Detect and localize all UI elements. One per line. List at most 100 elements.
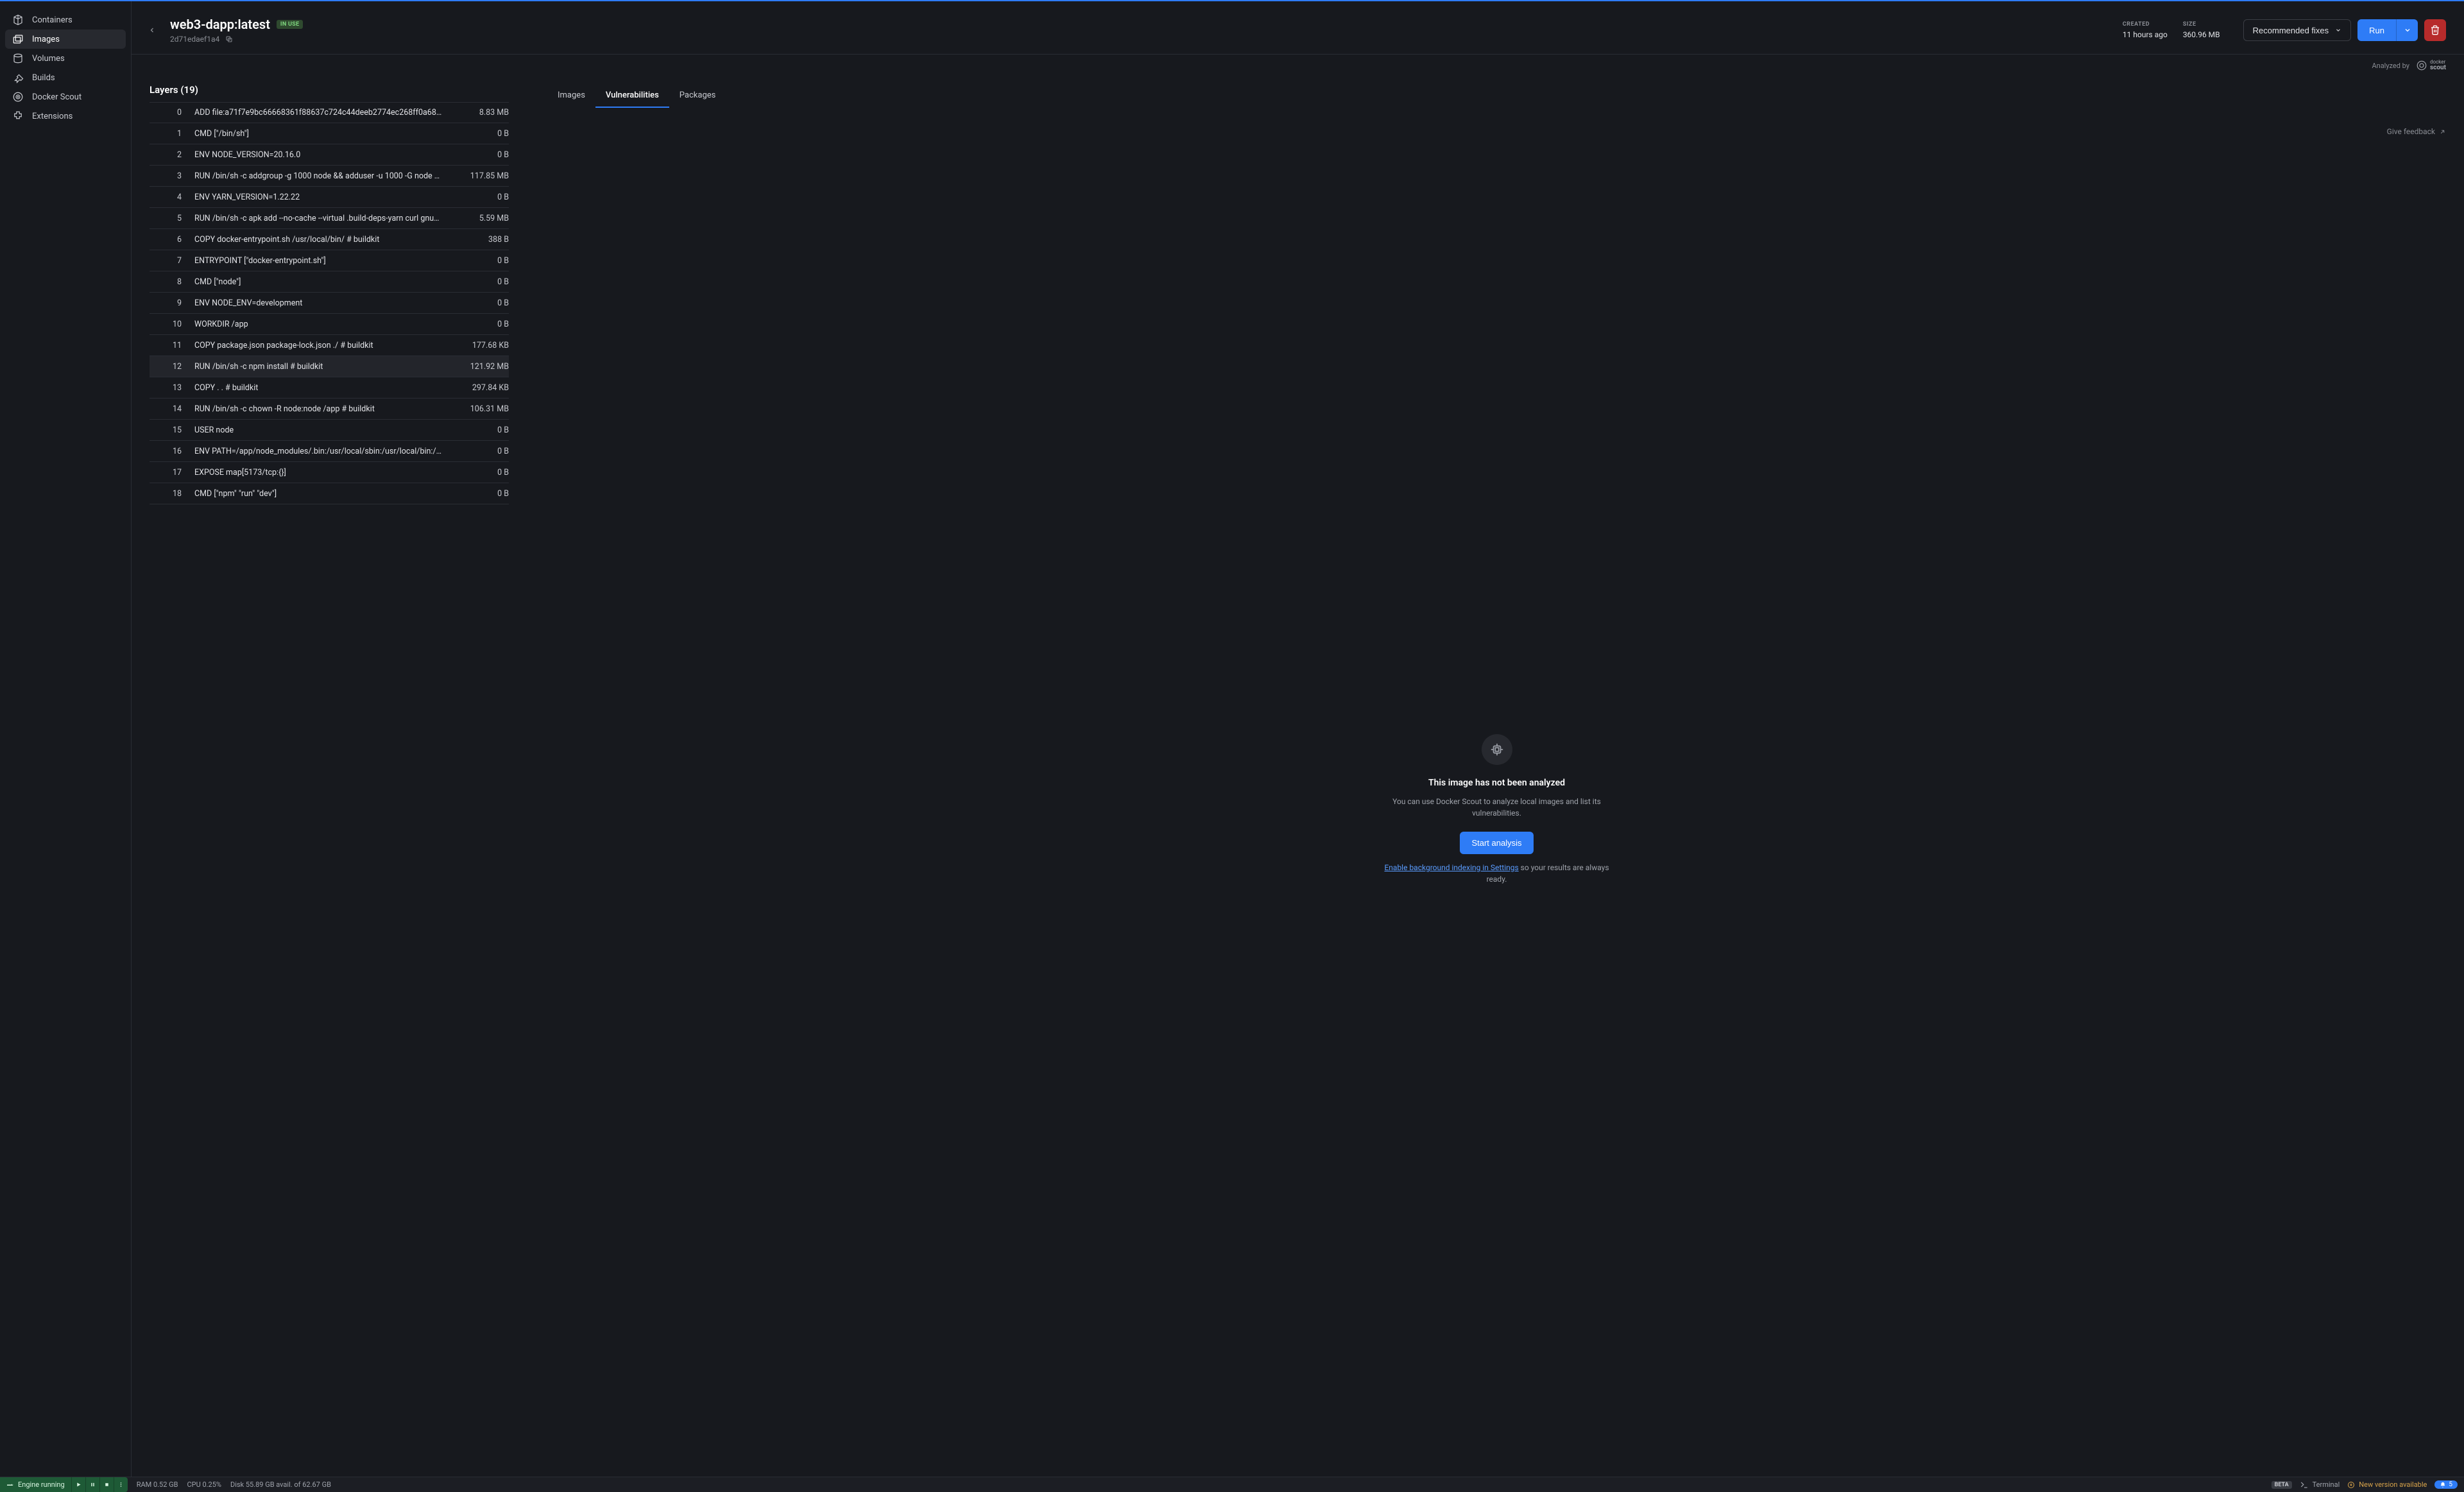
layer-size: 0 B: [451, 320, 509, 329]
layer-row[interactable]: 12RUN /bin/sh -c npm install # buildkit1…: [150, 356, 509, 377]
ram-metric: RAM 0.52 GB: [137, 1480, 178, 1489]
recommended-fixes-button[interactable]: Recommended fixes: [2243, 19, 2352, 41]
engine-stop-button[interactable]: [99, 1477, 114, 1492]
layer-row[interactable]: 7ENTRYPOINT ["docker-entrypoint.sh"]0 B: [150, 250, 509, 271]
layer-index: 1: [150, 129, 194, 139]
layer-size: 0 B: [451, 193, 509, 202]
sidebar-item-images[interactable]: Images: [5, 30, 126, 49]
layers-table[interactable]: 0ADD file:a71f7e9bc66668361f88637c724c44…: [150, 102, 509, 1477]
layer-row[interactable]: 9ENV NODE_ENV=development0 B: [150, 293, 509, 314]
chevron-down-icon: [2335, 27, 2341, 33]
layer-index: 17: [150, 468, 194, 477]
bell-icon: [2440, 1482, 2446, 1488]
layer-row[interactable]: 16ENV PATH=/app/node_modules/.bin:/usr/l…: [150, 441, 509, 462]
engine-pause-button[interactable]: [85, 1477, 99, 1492]
start-analysis-button[interactable]: Start analysis: [1460, 832, 1533, 854]
sidebar-item-volumes[interactable]: Volumes: [5, 49, 126, 68]
container-icon: [12, 13, 24, 26]
tab-vulnerabilities[interactable]: Vulnerabilities: [595, 84, 669, 108]
layer-command: RUN /bin/sh -c apk add --no-cache --virt…: [194, 214, 451, 223]
header-actions: Recommended fixes Run: [2243, 19, 2446, 41]
run-button[interactable]: Run: [2357, 19, 2396, 41]
tab-images[interactable]: Images: [547, 84, 595, 108]
layer-size: 121.92 MB: [451, 362, 509, 372]
in-use-badge: IN USE: [277, 20, 304, 29]
layer-command: ENV PATH=/app/node_modules/.bin:/usr/loc…: [194, 447, 451, 456]
layer-row[interactable]: 5RUN /bin/sh -c apk add --no-cache --vir…: [150, 208, 509, 229]
run-options-button[interactable]: [2396, 19, 2418, 41]
terminal-button[interactable]: Terminal: [2300, 1480, 2340, 1489]
title-block: web3-dapp:latest IN USE 2d71edaef1a4: [170, 17, 303, 44]
layers-title: Layers (19): [150, 84, 198, 96]
layer-row[interactable]: 17EXPOSE map[5173/tcp:{}]0 B: [150, 462, 509, 483]
layer-row[interactable]: 2ENV NODE_VERSION=20.16.00 B: [150, 144, 509, 166]
layer-row[interactable]: 11COPY package.json package-lock.json ./…: [150, 335, 509, 356]
layer-row[interactable]: 6COPY docker-entrypoint.sh /usr/local/bi…: [150, 229, 509, 250]
notifications-button[interactable]: 5: [2434, 1480, 2458, 1489]
sidebar-item-builds[interactable]: Builds: [5, 68, 126, 87]
play-icon: [76, 1482, 81, 1488]
created-value: 11 hours ago: [2123, 30, 2168, 39]
empty-state-title: This image has not been analyzed: [1428, 778, 1565, 788]
scout-eye-icon: [2416, 60, 2427, 71]
layer-index: 4: [150, 193, 194, 202]
layer-row[interactable]: 18CMD ["npm" "run" "dev"]0 B: [150, 483, 509, 504]
layer-size: 5.59 MB: [451, 214, 509, 223]
layer-command: COPY . . # buildkit: [194, 383, 451, 393]
layer-row[interactable]: 13COPY . . # buildkit297.84 KB: [150, 377, 509, 399]
update-notice[interactable]: New version available: [2347, 1480, 2427, 1489]
layer-row[interactable]: 10WORKDIR /app0 B: [150, 314, 509, 335]
give-feedback-link[interactable]: Give feedback: [2387, 127, 2435, 136]
chevron-down-icon: [2404, 26, 2411, 34]
image-title: web3-dapp:latest: [170, 17, 270, 32]
layer-row[interactable]: 14RUN /bin/sh -c chown -R node:node /app…: [150, 399, 509, 420]
delete-button[interactable]: [2424, 19, 2446, 41]
enable-indexing-link[interactable]: Enable background indexing in Settings: [1384, 863, 1518, 872]
meta-block: CREATED 11 hours ago SIZE 360.96 MB: [2123, 21, 2220, 39]
sidebar-item-containers[interactable]: Containers: [5, 10, 126, 30]
dots-vertical-icon: [118, 1482, 124, 1488]
analyzed-by-label: Analyzed by: [2372, 62, 2409, 70]
layer-command: COPY package.json package-lock.json ./ #…: [194, 341, 451, 350]
layer-size: 297.84 KB: [451, 383, 509, 393]
update-label: New version available: [2359, 1480, 2427, 1489]
layer-row[interactable]: 1CMD ["/bin/sh"]0 B: [150, 123, 509, 144]
layer-index: 8: [150, 277, 194, 287]
image-hash: 2d71edaef1a4: [170, 35, 219, 44]
terminal-label: Terminal: [2313, 1480, 2340, 1489]
chevron-left-icon: [148, 26, 156, 34]
start-analysis-label: Start analysis: [1471, 838, 1521, 848]
copy-hash-button[interactable]: [225, 35, 234, 44]
empty-state: This image has not been analyzed You can…: [547, 142, 2446, 1477]
analyzed-by-row: Analyzed by dockerscout: [132, 55, 2464, 71]
layer-command: RUN /bin/sh -c npm install # buildkit: [194, 362, 451, 372]
nav-list: ContainersImages Volumes BuildsDocker Scou…: [0, 10, 131, 126]
layer-index: 13: [150, 383, 194, 393]
back-button[interactable]: [143, 21, 161, 39]
sidebar-item-docker-scout[interactable]: Docker Scout: [5, 87, 126, 107]
tab-packages[interactable]: Packages: [669, 84, 726, 108]
stop-icon: [104, 1482, 110, 1488]
layer-index: 7: [150, 256, 194, 266]
layer-size: 0 B: [451, 425, 509, 435]
layer-row[interactable]: 15USER node0 B: [150, 420, 509, 441]
layer-row[interactable]: 0ADD file:a71f7e9bc66668361f88637c724c44…: [150, 102, 509, 123]
docker-scout-logo: dockerscout: [2416, 60, 2446, 71]
layer-size: 0 B: [451, 256, 509, 266]
pause-icon: [90, 1482, 96, 1488]
layer-size: 0 B: [451, 277, 509, 287]
sidebar-item-label: Volumes: [32, 54, 65, 64]
layer-command: ADD file:a71f7e9bc66668361f88637c724c44d…: [194, 108, 451, 117]
engine-play-button[interactable]: [71, 1477, 85, 1492]
layer-index: 12: [150, 362, 194, 372]
layer-row[interactable]: 4ENV YARN_VERSION=1.22.220 B: [150, 187, 509, 208]
layer-index: 6: [150, 235, 194, 244]
engine-more-button[interactable]: [114, 1477, 128, 1492]
layer-row[interactable]: 8CMD ["node"]0 B: [150, 271, 509, 293]
engine-status[interactable]: Engine running: [0, 1477, 71, 1492]
sidebar-item-extensions[interactable]: Extensions: [5, 107, 126, 126]
layer-command: WORKDIR /app: [194, 320, 451, 329]
layer-size: 0 B: [451, 489, 509, 499]
layer-row[interactable]: 3RUN /bin/sh -c addgroup -g 1000 node &&…: [150, 166, 509, 187]
size-value: 360.96 MB: [2183, 30, 2220, 39]
